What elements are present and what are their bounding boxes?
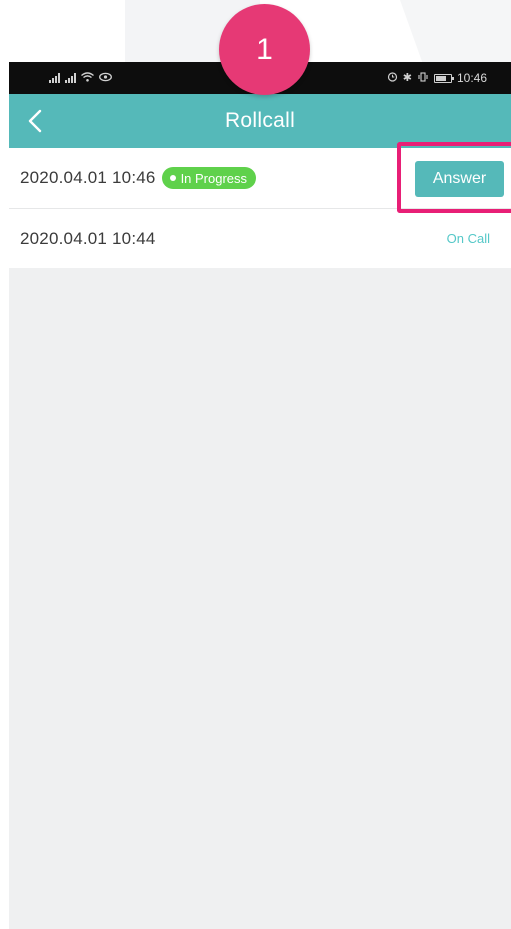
vibrate-icon <box>417 71 429 85</box>
status-dot-icon <box>169 175 176 181</box>
back-button[interactable] <box>21 107 49 135</box>
status-time: 10:46 <box>456 71 487 85</box>
battery-icon <box>433 73 454 83</box>
answer-button[interactable]: Answer <box>415 161 504 197</box>
status-badge: In Progress <box>161 167 257 189</box>
alarm-icon <box>387 71 398 85</box>
header-bar: Rollcall <box>9 94 511 148</box>
on-call-link[interactable]: On Call <box>447 231 490 246</box>
phone-screen: ✱ 10:46 Rollcall 2020.04.01 10:46 In Pro… <box>9 62 511 929</box>
chevron-left-icon <box>28 109 42 133</box>
rollcall-time: 2020.04.01 10:46 <box>20 168 156 187</box>
bluetooth-icon: ✱ <box>402 71 412 84</box>
background-shape <box>400 0 511 62</box>
status-badge-label: In Progress <box>180 170 248 186</box>
rollcall-row[interactable]: 2020.04.01 10:44 On Call <box>9 208 511 268</box>
eye-icon <box>99 71 112 85</box>
signal-icon <box>49 73 60 83</box>
signal-icon <box>65 73 76 83</box>
page-title: Rollcall <box>224 109 296 132</box>
tutorial-step-badge: 1 <box>219 4 310 95</box>
status-right-icons: ✱ 10:46 <box>387 71 487 85</box>
rollcall-row[interactable]: 2020.04.01 10:46 In Progress Answer <box>9 148 511 208</box>
wifi-icon <box>81 71 94 85</box>
rollcall-time: 2020.04.01 10:44 <box>20 228 156 248</box>
status-left-icons <box>49 71 112 85</box>
rollcall-list: 2020.04.01 10:46 In Progress Answer 2020… <box>9 148 511 268</box>
